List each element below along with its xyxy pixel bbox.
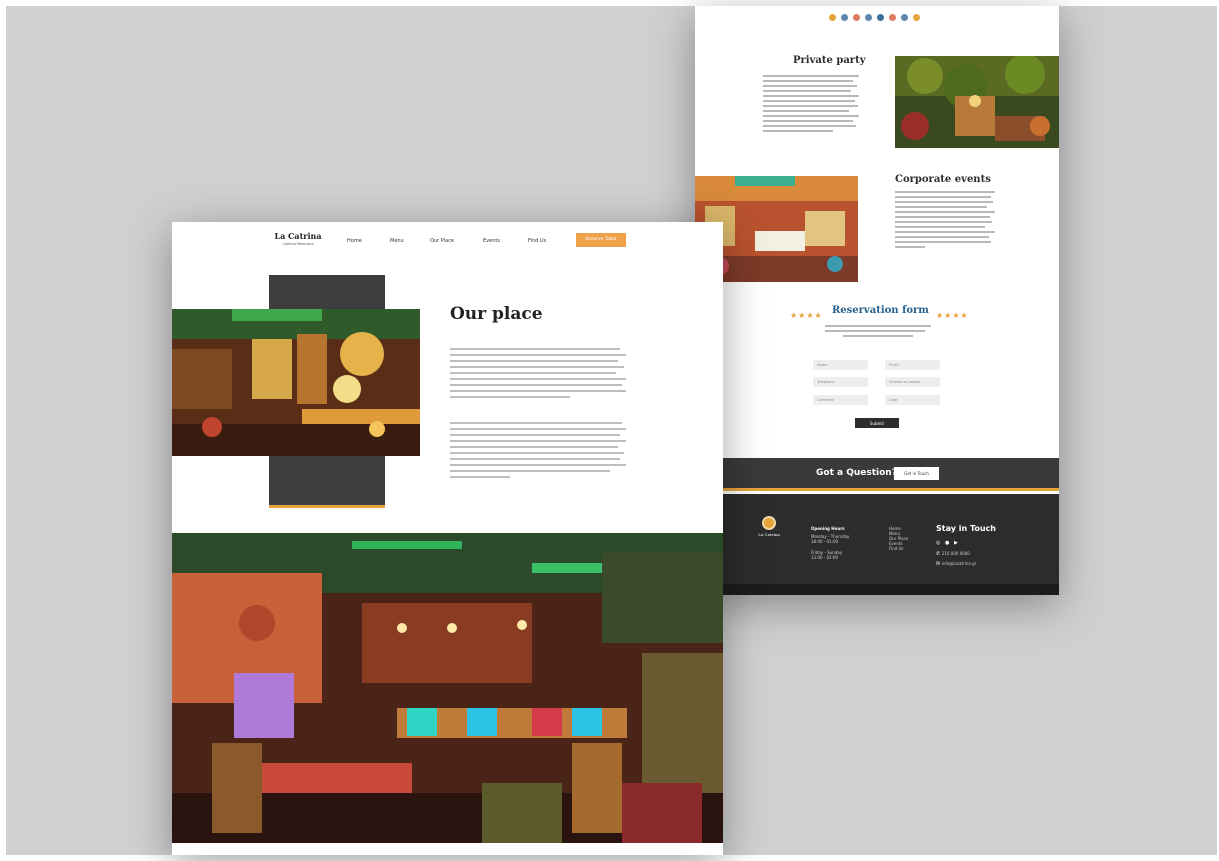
phone-icon: ✆ xyxy=(936,551,941,557)
reservation-stars-right: ★★★★ xyxy=(936,311,969,320)
private-party-title: Private party xyxy=(793,55,866,66)
instagram-icon[interactable]: ◎ xyxy=(936,540,940,546)
opening-hours-title: Opening Hours xyxy=(811,526,845,531)
telephone-field[interactable]: Telephone xyxy=(813,377,868,387)
reservation-stars-left: ★★★★ xyxy=(790,311,823,320)
our-place-photo xyxy=(172,309,420,456)
people-field[interactable]: Number of people xyxy=(885,377,940,387)
email-address[interactable]: info@lacatrina.gr xyxy=(942,561,976,566)
get-in-touch-button[interactable]: Get in Touch xyxy=(894,467,939,480)
brand-logo[interactable]: La Catrina Cantina Mexicana xyxy=(268,231,328,246)
footer-links: Home Menu Our Place Events Find Us xyxy=(889,526,908,551)
hours-weekday-time: 18:00 - 01:00 xyxy=(811,539,839,544)
mail-icon: ✉ xyxy=(936,561,941,567)
footer-bottom-bar xyxy=(695,584,1059,595)
corporate-events-title: Corporate events xyxy=(895,174,991,185)
phone-line: ✆ 210 000 0000 xyxy=(936,551,970,557)
reservation-title: Reservation form xyxy=(832,305,929,316)
hours-weekend: Friday - Sunday 13:00 - 02:00 xyxy=(811,550,842,560)
question-band: Got a Question? Get in Touch xyxy=(695,458,1059,491)
nav-find-us[interactable]: Find Us xyxy=(528,238,546,244)
hours-weekday: Monday - Thursday 18:00 - 01:00 xyxy=(811,534,849,544)
decor-dot xyxy=(889,14,896,21)
decor-dot xyxy=(913,14,920,21)
restaurant-interior-photo xyxy=(172,533,723,843)
reserve-table-button[interactable]: Reserve Table xyxy=(576,233,626,247)
email-line: ✉ info@lacatrina.gr xyxy=(936,561,976,567)
nav-our-place[interactable]: Our Place xyxy=(430,238,454,244)
submit-button[interactable]: Submit xyxy=(855,418,899,428)
site-footer: La Catrina Opening Hours Monday - Thursd… xyxy=(695,494,1059,584)
brand-subtitle: Cantina Mexicana xyxy=(282,242,314,246)
decorative-dots xyxy=(829,14,920,21)
our-place-title: Our place xyxy=(450,304,543,324)
social-icons: ◎ ● ▶ xyxy=(936,540,958,546)
phone-number[interactable]: 210 000 0000 xyxy=(942,551,970,556)
reservation-intro xyxy=(825,325,931,340)
decor-dot xyxy=(877,14,884,21)
comment-field[interactable]: Comment xyxy=(813,395,868,405)
page-mockup-events: Private party Corporate events ★★★★ Rese… xyxy=(695,6,1059,595)
footer-link-find-us[interactable]: Find Us xyxy=(889,546,908,551)
decorative-accent-bar xyxy=(269,505,385,508)
footer-logo: La Catrina xyxy=(757,516,781,544)
decor-dot xyxy=(901,14,908,21)
decor-dot xyxy=(853,14,860,21)
our-place-paragraph-1 xyxy=(450,348,626,402)
catrina-skull-icon xyxy=(762,516,776,530)
footer-logo-label: La Catrina xyxy=(758,532,780,537)
our-place-paragraph-2 xyxy=(450,422,626,482)
nav-menu[interactable]: Menu xyxy=(390,238,404,244)
question-text: Got a Question? xyxy=(816,468,897,478)
page-mockup-our-place: La Catrina Cantina Mexicana Home Menu Ou… xyxy=(172,222,723,855)
youtube-icon[interactable]: ▶ xyxy=(954,540,958,546)
decor-dot xyxy=(829,14,836,21)
brand-name: La Catrina xyxy=(274,231,322,241)
decor-dot xyxy=(865,14,872,21)
hours-weekend-time: 13:00 - 02:00 xyxy=(811,555,839,560)
date-field[interactable]: Date xyxy=(885,395,940,405)
email-field[interactable]: Email xyxy=(885,360,940,370)
facebook-icon[interactable]: ● xyxy=(945,540,949,546)
private-party-photo xyxy=(895,56,1059,148)
nav-home[interactable]: Home xyxy=(347,238,362,244)
name-field[interactable]: Name xyxy=(813,360,868,370)
private-party-text xyxy=(763,75,859,135)
nav-events[interactable]: Events xyxy=(483,238,500,244)
stay-in-touch-title: Stay in Touch xyxy=(936,524,996,533)
corporate-events-text xyxy=(895,191,995,251)
decor-dot xyxy=(841,14,848,21)
